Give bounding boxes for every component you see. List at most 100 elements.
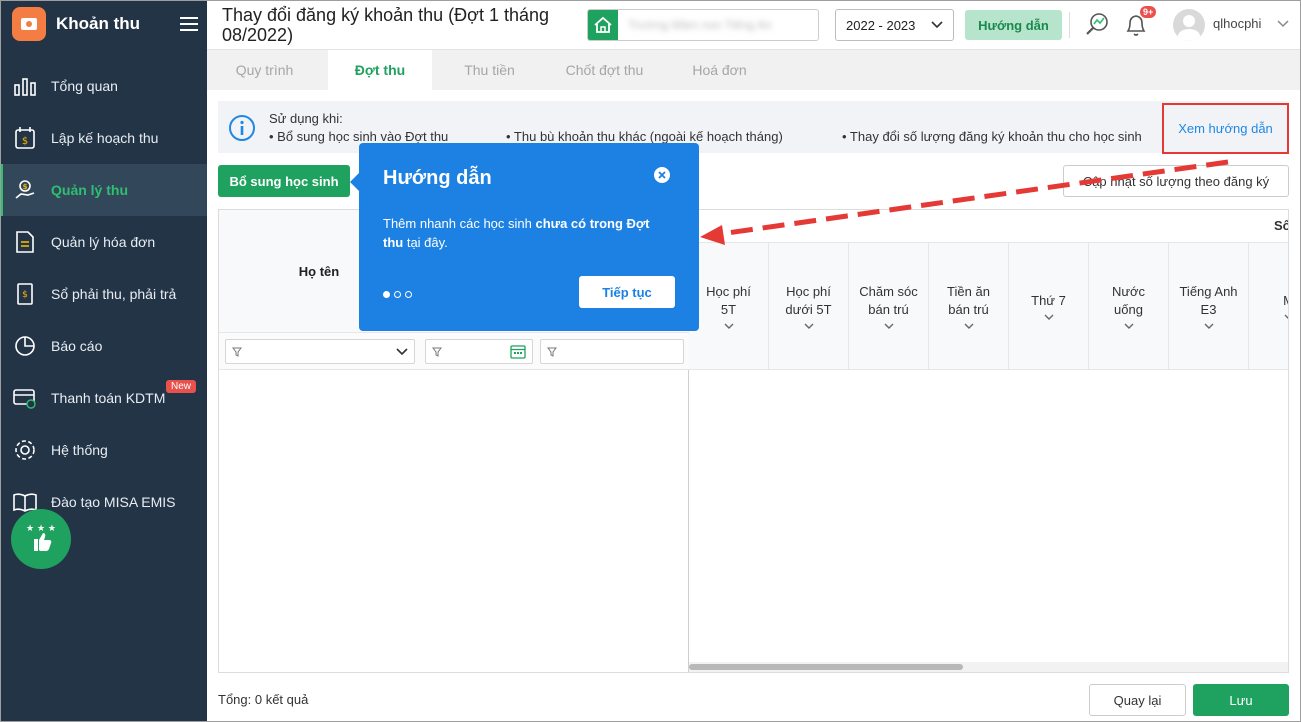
- chevron-down-icon[interactable]: [1277, 16, 1289, 31]
- sidebar-item-label: Thanh toán KDTM: [51, 390, 166, 406]
- continue-button[interactable]: Tiếp tục: [579, 276, 675, 308]
- calendar-icon[interactable]: [510, 344, 526, 359]
- tab-process[interactable]: Quy trình: [207, 50, 322, 90]
- chevron-down-icon[interactable]: [964, 323, 974, 330]
- sidebar-item-plan[interactable]: $ Lập kế hoạch thu: [0, 112, 207, 164]
- sidebar: Khoản thu Tổng quan $ Lập kế hoạch thu $…: [0, 0, 207, 722]
- sidebar-item-label: Tổng quan: [51, 78, 118, 94]
- school-name: Trường Mầm non Tiếng An: [628, 18, 772, 32]
- header-divider: [1069, 12, 1070, 38]
- view-guide-link[interactable]: Xem hướng dẫn: [1162, 103, 1289, 154]
- chevron-down-icon[interactable]: [884, 323, 894, 330]
- chevron-down-icon[interactable]: [804, 323, 814, 330]
- info-title: Sử dụng khi:: [269, 111, 343, 126]
- sidebar-item-manage-fees[interactable]: $ Quản lý thu: [0, 164, 207, 216]
- sidebar-item-label: Báo cáo: [51, 338, 103, 354]
- sidebar-item-invoices[interactable]: Quản lý hóa đơn: [0, 216, 207, 268]
- app-logo: [12, 7, 46, 41]
- ledger-book-icon: $: [12, 281, 38, 307]
- sidebar-item-system[interactable]: Hệ thống: [0, 424, 207, 476]
- brand: Khoản thu: [0, 0, 207, 48]
- filter-row: [219, 333, 689, 370]
- result-count: Tổng: 0 kết quả: [218, 692, 309, 707]
- column-header-fee[interactable]: Thứ 7: [1009, 243, 1089, 369]
- sidebar-item-label: Quản lý hóa đơn: [51, 234, 156, 250]
- new-badge: New: [166, 380, 197, 393]
- column-header-fee[interactable]: Nước uống: [1089, 243, 1169, 369]
- school-year-value: 2022 - 2023: [846, 17, 916, 33]
- date-filter-input[interactable]: [425, 339, 533, 364]
- search-trend-icon[interactable]: [1084, 11, 1110, 40]
- column-group-header: Số: [1274, 218, 1289, 233]
- horizontal-scrollbar[interactable]: [689, 662, 1288, 672]
- fee-columns-header: Học phí 5T Học phí dưới 5T Chăm sóc bán trú…: [689, 242, 1290, 370]
- sidebar-nav: Tổng quan $ Lập kế hoạch thu $ Quản lý t…: [0, 60, 207, 528]
- chevron-down-icon[interactable]: [724, 323, 734, 330]
- svg-text:$: $: [22, 290, 28, 300]
- scrollbar-thumb[interactable]: [689, 664, 963, 670]
- avatar[interactable]: [1173, 9, 1205, 41]
- column-header-fee[interactable]: Tiếng Anh E3: [1169, 243, 1249, 369]
- document-icon: [12, 229, 38, 255]
- hand-coin-icon: $: [12, 177, 38, 203]
- chevron-down-icon[interactable]: [1204, 323, 1214, 330]
- sidebar-item-label: Đào tạo MISA EMIS: [51, 494, 176, 510]
- svg-text:★ ★ ★: ★ ★ ★: [26, 524, 56, 534]
- guide-tooltip: Hướng dẫn Thêm nhanh các học sinh chưa c…: [350, 143, 699, 331]
- chevron-down-icon[interactable]: [1044, 314, 1054, 321]
- info-bullet: • Thay đổi số lượng đăng ký khoản thu ch…: [842, 129, 1142, 144]
- sidebar-item-overview[interactable]: Tổng quan: [0, 60, 207, 112]
- sidebar-item-label: Sổ phải thu, phải trả: [51, 286, 177, 302]
- username[interactable]: qlhocphi: [1213, 16, 1261, 31]
- calendar-money-icon: $: [12, 125, 38, 151]
- sidebar-item-label: Hệ thống: [51, 442, 108, 458]
- back-button[interactable]: Quay lại: [1089, 684, 1186, 716]
- column-header-fee[interactable]: Tiền ăn bán trú: [929, 243, 1009, 369]
- tab-close-batch[interactable]: Chốt đợt thu: [547, 50, 662, 90]
- tab-invoices[interactable]: Hoá đơn: [662, 50, 777, 90]
- sidebar-item-label: Lập kế hoạch thu: [51, 130, 159, 146]
- step-dot: [394, 291, 401, 298]
- grid-scroll-pane: Số Học phí 5T Học phí dưới 5T Chăm sóc bán …: [689, 210, 1288, 672]
- sidebar-item-ledger[interactable]: $ Sổ phải thu, phải trả: [0, 268, 207, 320]
- guide-button[interactable]: Hướng dẫn: [965, 10, 1062, 40]
- column-header-fee[interactable]: Chăm sóc bán trú: [849, 243, 929, 369]
- notification-count-badge: 9+: [1140, 6, 1157, 18]
- column-header-fee[interactable]: M: [1249, 243, 1290, 369]
- page-title: Thay đổi đăng ký khoản thu (Đợt 1 tháng …: [222, 5, 550, 45]
- tooltip-body: Thêm nhanh các học sinh chưa có trong Đợ…: [383, 216, 650, 250]
- add-student-button[interactable]: Bổ sung học sinh: [218, 165, 350, 197]
- tab-bar: Quy trình Đợt thu Thu tiền Chốt đợt thu …: [207, 50, 1301, 90]
- school-selector[interactable]: Trường Mầm non Tiếng An: [587, 9, 819, 41]
- info-bullet: • Bổ sung học sinh vào Đợt thu: [269, 129, 449, 144]
- sidebar-item-cashless[interactable]: Thanh toán KDTM New: [0, 372, 207, 424]
- update-quantity-button[interactable]: Cập nhật số lượng theo đăng ký: [1063, 165, 1289, 197]
- column-header-fee[interactable]: Học phí dưới 5T: [769, 243, 849, 369]
- filter-icon: [547, 347, 557, 357]
- chevron-down-icon[interactable]: [1284, 314, 1290, 321]
- name-filter-select[interactable]: [225, 339, 415, 364]
- step-dot: [405, 291, 412, 298]
- school-year-select[interactable]: 2022 - 2023: [835, 9, 954, 41]
- tab-collect-money[interactable]: Thu tiền: [432, 50, 547, 90]
- pie-chart-icon: [12, 333, 38, 359]
- close-icon[interactable]: [653, 166, 671, 187]
- save-button[interactable]: Lưu: [1193, 684, 1289, 716]
- step-dot: [383, 291, 390, 298]
- sidebar-item-reports[interactable]: Báo cáo: [0, 320, 207, 372]
- feedback-thumbs-up-button[interactable]: ★ ★ ★: [11, 509, 71, 569]
- menu-toggle-icon[interactable]: [171, 16, 207, 32]
- info-icon: [228, 114, 256, 145]
- tab-collection-batch[interactable]: Đợt thu: [328, 50, 432, 90]
- gear-icon: [12, 437, 38, 463]
- school-home-icon: [588, 10, 618, 40]
- tooltip-title: Hướng dẫn: [383, 167, 492, 189]
- bar-chart-icon: [12, 73, 38, 99]
- column-header-fee[interactable]: Học phí 5T: [689, 243, 769, 369]
- text-filter-input[interactable]: [540, 339, 684, 364]
- chevron-down-icon[interactable]: [1124, 323, 1134, 330]
- info-bullet: • Thu bù khoản thu khác (ngoài kế hoạch …: [506, 129, 783, 144]
- sidebar-item-label: Quản lý thu: [51, 182, 128, 198]
- svg-text:$: $: [23, 183, 28, 191]
- app-title: Khoản thu: [56, 14, 141, 33]
